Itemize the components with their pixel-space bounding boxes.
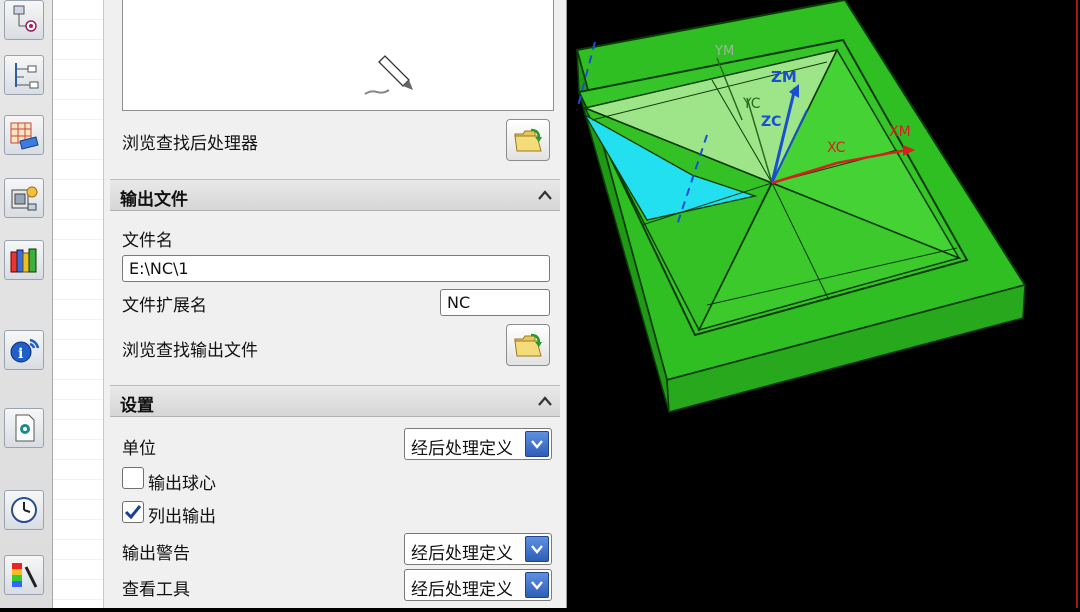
library-books-icon: [10, 248, 37, 273]
postprocessor-list[interactable]: [122, 0, 554, 111]
machine-tool-icon: [10, 122, 39, 150]
chevron-down-icon[interactable]: [525, 572, 549, 598]
collapse-output-file-button[interactable]: [530, 180, 560, 210]
browse-output-file-label: 浏览查找输出文件: [122, 341, 258, 361]
chevron-up-icon: [538, 190, 552, 200]
units-label: 单位: [122, 439, 156, 459]
list-output-checkbox[interactable]: [122, 501, 144, 523]
pencil-cursor-icon: [364, 55, 413, 95]
browse-postprocessor-label: 浏览查找后处理器: [122, 134, 258, 154]
file-name-input[interactable]: [122, 255, 550, 282]
yc-axis-label: YC: [743, 96, 761, 112]
review-tool-label: 查看工具: [122, 580, 190, 600]
ym-axis-label: YM: [715, 44, 735, 59]
color-palette-icon: [12, 563, 38, 588]
output-file-section-header[interactable]: 输出文件: [110, 179, 560, 211]
list-output-label: 列出输出: [148, 507, 216, 527]
output-file-section-title: 输出文件: [120, 190, 188, 210]
file-extension-label: 文件扩展名: [122, 296, 207, 316]
folder-open-icon: [514, 333, 542, 357]
information-icon: i: [10, 338, 40, 363]
settings-section-header[interactable]: 设置: [110, 385, 560, 417]
folder-open-icon: [514, 128, 542, 152]
operation-navigator-button[interactable]: [4, 0, 44, 40]
settings-section-title: 设置: [120, 396, 154, 416]
graphics-viewport[interactable]: YM ZM YC ZC XC XM: [567, 0, 1080, 608]
document-button[interactable]: [4, 408, 44, 448]
navigator-list[interactable]: [53, 0, 104, 608]
zc-axis-label: ZC: [761, 114, 782, 130]
machine-tool-button[interactable]: [4, 115, 44, 155]
xc-axis-label: XC: [827, 140, 846, 156]
viewport-border: [1076, 0, 1078, 608]
output-warning-label: 输出警告: [122, 544, 190, 564]
units-dropdown[interactable]: 经后处理定义: [404, 428, 552, 460]
chevron-down-icon[interactable]: [525, 536, 549, 562]
output-warning-dropdown[interactable]: 经后处理定义: [404, 533, 552, 565]
output-ball-center-label: 输出球心: [148, 474, 216, 494]
file-name-label: 文件名: [122, 231, 173, 251]
browse-output-file-button[interactable]: [506, 324, 550, 366]
collapse-settings-button[interactable]: [530, 386, 560, 416]
browse-postprocessor-button[interactable]: [506, 119, 550, 161]
postprocess-dialog: 浏览查找后处理器 输出文件 文件名 文件扩展名 浏览查找输出文件 设置: [104, 0, 567, 608]
method-view-button[interactable]: [4, 178, 44, 218]
resource-bar: i: [0, 0, 53, 608]
units-value: 经后处理定义: [411, 439, 513, 459]
output-warning-value: 经后处理定义: [411, 544, 513, 564]
file-extension-input[interactable]: [440, 289, 550, 316]
part-navigator-icon: [15, 63, 39, 89]
output-ball-center-checkbox[interactable]: [122, 467, 144, 489]
zm-axis-label: ZM: [771, 68, 797, 86]
information-button[interactable]: i: [4, 330, 44, 370]
svg-text:i: i: [18, 346, 23, 362]
library-button[interactable]: [4, 240, 44, 280]
history-button[interactable]: [4, 490, 44, 530]
review-tool-value: 经后处理定义: [411, 580, 513, 600]
review-tool-dropdown[interactable]: 经后处理定义: [404, 569, 552, 601]
chevron-up-icon: [538, 396, 552, 406]
operation-navigator-icon: [13, 5, 37, 32]
checkmark-icon: [124, 505, 142, 520]
chevron-down-icon[interactable]: [525, 431, 549, 457]
document-icon: [15, 414, 35, 442]
clock-icon: [11, 497, 37, 523]
part-navigator-button[interactable]: [4, 55, 44, 95]
xm-axis-label: XM: [889, 124, 911, 140]
palette-button[interactable]: [4, 555, 44, 595]
part-model: [575, 0, 1027, 413]
method-view-icon: [11, 186, 38, 211]
